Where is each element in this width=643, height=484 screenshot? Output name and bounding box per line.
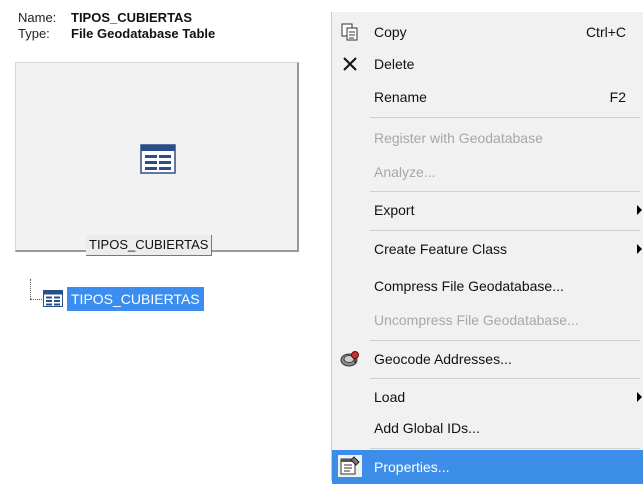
add-global-ids-label: Add Global IDs... xyxy=(374,420,480,436)
menu-item-analyze[interactable]: Analyze... xyxy=(332,154,643,190)
compress-label: Compress File Geodatabase... xyxy=(374,278,564,294)
context-menu: Copy Ctrl+C Delete Rename F2 Register wi… xyxy=(331,12,643,484)
register-label: Register with Geodatabase xyxy=(374,130,543,146)
properties-label: Properties... xyxy=(374,459,450,475)
tree-connector-vertical xyxy=(30,279,31,299)
menu-item-rename[interactable]: Rename F2 xyxy=(332,79,643,115)
menu-item-geocode-addresses[interactable]: Geocode Addresses... xyxy=(332,341,643,377)
tree-connector-horizontal xyxy=(30,299,42,300)
copy-icon xyxy=(338,21,362,43)
geocode-icon xyxy=(338,348,362,370)
create-feature-class-label: Create Feature Class xyxy=(374,241,508,257)
menu-item-add-global-ids[interactable]: Add Global IDs... xyxy=(332,410,643,446)
item-metadata: Name: TIPOS_CUBIERTAS Type: File Geodata… xyxy=(18,10,215,42)
rename-label: Rename xyxy=(374,89,427,105)
thumbnail-preview: TIPOS_CUBIERTAS xyxy=(15,62,299,256)
delete-x-icon xyxy=(338,53,362,75)
submenu-arrow-icon xyxy=(637,392,642,402)
menu-item-register-with-geodatabase[interactable]: Register with Geodatabase xyxy=(332,120,643,156)
submenu-arrow-icon xyxy=(637,244,642,254)
menu-item-delete[interactable]: Delete xyxy=(332,46,643,82)
menu-separator xyxy=(370,448,640,449)
table-icon xyxy=(43,290,63,307)
geocode-label: Geocode Addresses... xyxy=(374,351,512,367)
table-icon xyxy=(140,144,176,174)
delete-label: Delete xyxy=(374,56,415,72)
name-key: Name: xyxy=(18,10,57,25)
menu-item-properties[interactable]: Properties... xyxy=(332,450,643,484)
copy-shortcut: Ctrl+C xyxy=(585,24,626,40)
type-value: File Geodatabase Table xyxy=(71,26,216,41)
analyze-label: Analyze... xyxy=(374,164,436,180)
thumbnail-caption: TIPOS_CUBIERTAS xyxy=(86,235,213,256)
export-label: Export xyxy=(374,202,415,218)
copy-label: Copy xyxy=(374,24,407,40)
menu-item-create-feature-class[interactable]: Create Feature Class xyxy=(332,231,643,267)
menu-item-uncompress-file-geodatabase[interactable]: Uncompress File Geodatabase... xyxy=(332,302,643,338)
menu-item-export[interactable]: Export xyxy=(332,192,643,228)
menu-separator xyxy=(370,117,640,118)
uncompress-label: Uncompress File Geodatabase... xyxy=(374,312,579,328)
menu-item-copy[interactable]: Copy Ctrl+C xyxy=(332,14,643,50)
name-row: Name: TIPOS_CUBIERTAS xyxy=(18,10,215,26)
type-row: Type: File Geodatabase Table xyxy=(18,26,215,42)
menu-item-compress-file-geodatabase[interactable]: Compress File Geodatabase... xyxy=(332,268,643,304)
submenu-arrow-icon xyxy=(637,205,642,215)
rename-shortcut: F2 xyxy=(609,89,626,105)
type-key: Type: xyxy=(18,26,50,41)
tree-item-tipos-cubiertas[interactable]: TIPOS_CUBIERTAS xyxy=(67,287,204,311)
name-value: TIPOS_CUBIERTAS xyxy=(71,10,193,25)
properties-icon xyxy=(338,455,362,477)
